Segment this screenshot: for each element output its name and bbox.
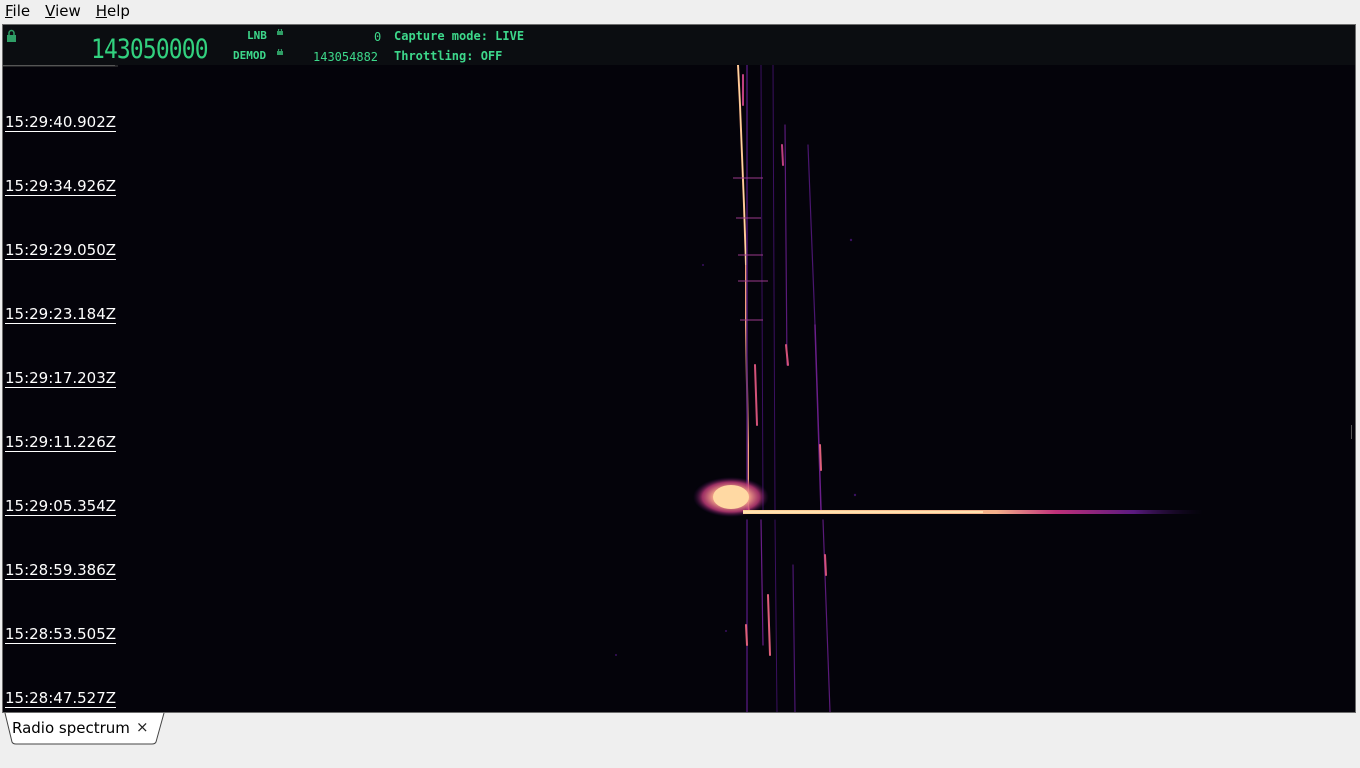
lnb-value[interactable]: 0	[374, 30, 381, 44]
spectrum-panel: 143050000 LNB 0 DEMOD 143054882 Capture …	[2, 24, 1356, 713]
demod-value[interactable]: 143054882	[313, 50, 378, 64]
menu-bar: File View Help	[0, 0, 1360, 22]
timestamp-label: 15:29:34.926Z	[5, 177, 117, 196]
timestamp-label: 15:29:40.902Z	[5, 113, 117, 132]
menu-help[interactable]: Help	[91, 0, 134, 22]
menu-view[interactable]: View	[40, 0, 85, 22]
timestamp-label: 15:29:11.226Z	[5, 433, 117, 452]
frequency-display[interactable]: 143050000	[91, 34, 209, 65]
timestamp-axis-top-line	[3, 65, 115, 66]
close-icon[interactable]: ×	[136, 718, 149, 736]
receiver-header: 143050000 LNB 0 DEMOD 143054882 Capture …	[3, 25, 1355, 65]
timestamp-label: 15:28:59.386Z	[5, 561, 117, 580]
menu-file[interactable]: File	[0, 0, 34, 22]
timestamp-axis: 15:29:40.902Z 15:29:34.926Z 15:29:29.050…	[3, 65, 123, 712]
tab-label: Radio spectrum	[12, 719, 130, 737]
waterfall-signal-plot	[3, 65, 1203, 712]
throttling-status: Throttling: OFF	[394, 49, 503, 63]
timestamp-label: 15:29:29.050Z	[5, 241, 117, 260]
carrier-ticks	[733, 177, 768, 321]
tab-bar: Radio spectrum ×	[0, 713, 1360, 768]
timestamp-label: 15:28:53.505Z	[5, 625, 117, 644]
lock-icon[interactable]	[6, 29, 17, 42]
tab-radio-spectrum[interactable]: Radio spectrum ×	[4, 713, 165, 745]
timestamp-label: 15:29:05.354Z	[5, 497, 117, 516]
timestamp-label: 15:28:47.527Z	[5, 689, 117, 708]
demod-lock-icon[interactable]	[277, 49, 283, 55]
lnb-label: LNB	[247, 29, 267, 42]
lnb-lock-icon[interactable]	[277, 29, 283, 35]
capture-mode-status: Capture mode: LIVE	[394, 29, 525, 43]
secondary-traces	[742, 65, 831, 712]
resize-grip[interactable]	[1351, 425, 1353, 439]
waterfall-display[interactable]: 15:29:40.902Z 15:29:34.926Z 15:29:29.050…	[3, 65, 1355, 712]
demod-label: DEMOD	[233, 49, 267, 62]
timestamp-label: 15:29:23.184Z	[5, 305, 117, 324]
timestamp-label: 15:29:17.203Z	[5, 369, 117, 388]
